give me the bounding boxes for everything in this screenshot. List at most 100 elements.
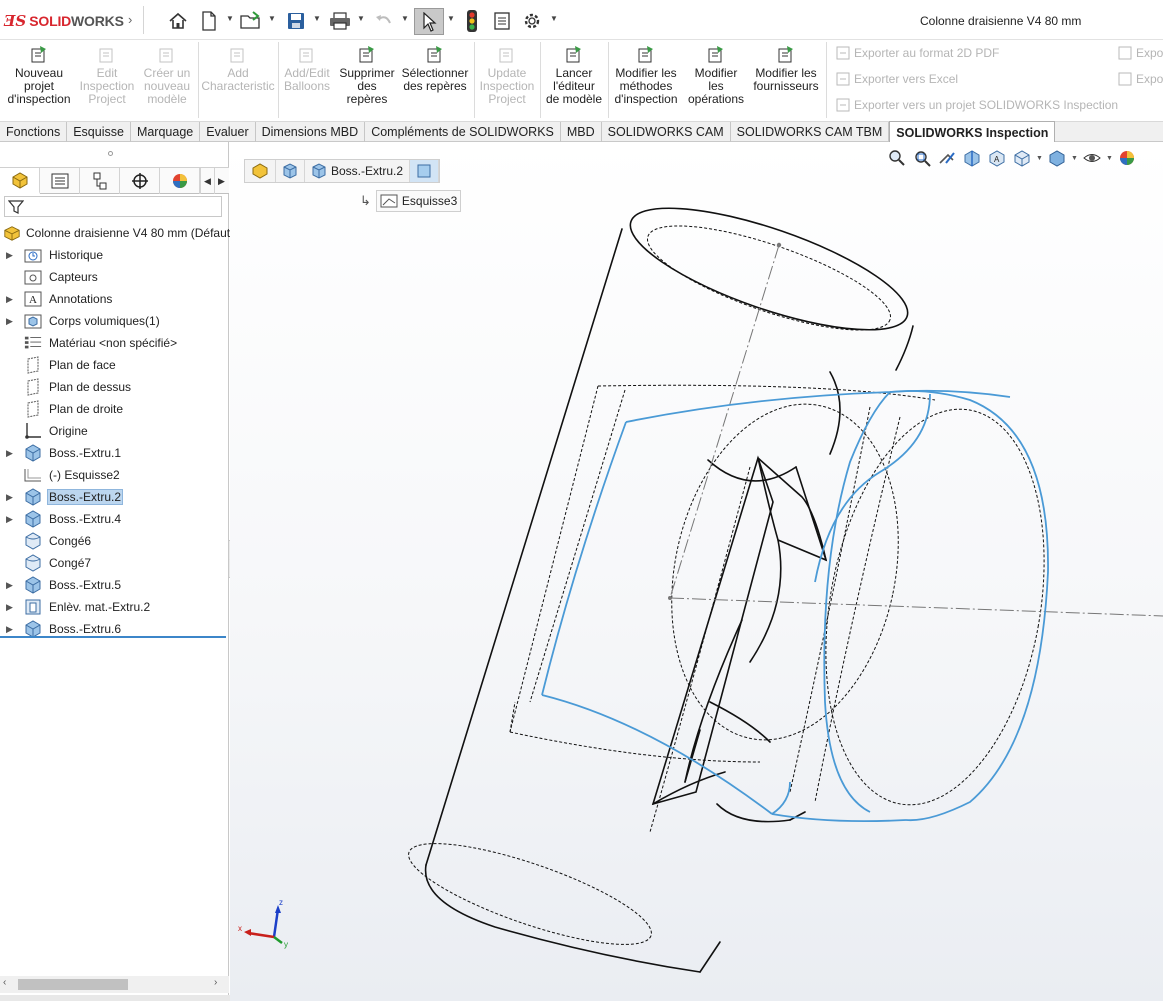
graphics-area[interactable]: Boss.-Extru.2 ↳ Esquisse3 A ▼ ▼ ▼ z x y: [230, 142, 1163, 1001]
add-edit-balloons-button[interactable]: Add/Edit Balloons: [280, 45, 334, 119]
menu-expand-icon[interactable]: ›: [128, 12, 132, 27]
file-properties-icon[interactable]: [490, 9, 514, 33]
tree-item-enl-v-mat-extru-2[interactable]: ▶ Enlèv. mat.-Extru.2: [0, 596, 229, 618]
new-dropdown-icon[interactable]: ▼: [226, 14, 234, 23]
dynamic-annotation-icon[interactable]: A: [986, 147, 1008, 169]
breadcrumb-body-icon[interactable]: [276, 160, 305, 182]
options-gear-icon[interactable]: [520, 9, 544, 33]
display-manager-tab-icon[interactable]: [160, 168, 200, 194]
tree-item-boss-extru-5[interactable]: ▶ Boss.-Extru.5: [0, 574, 229, 596]
print-dropdown-icon[interactable]: ▼: [357, 14, 365, 23]
tree-item-historique[interactable]: ▶ Historique: [0, 244, 229, 266]
modifier-operations-button[interactable]: Modifier les opérations: [686, 45, 746, 119]
select-dropdown-icon[interactable]: ▼: [447, 14, 455, 23]
display-style-dropdown-icon[interactable]: ▼: [1071, 155, 1078, 162]
traffic-light-icon[interactable]: [460, 9, 484, 33]
nouveau-projet-button[interactable]: Nouveau projet d'inspection: [4, 45, 74, 119]
tree-item-boss-extru-4[interactable]: ▶ Boss.-Extru.4: [0, 508, 229, 530]
feature-tree-tab-icon[interactable]: [0, 168, 40, 194]
edit-appearance-icon[interactable]: [1116, 147, 1138, 169]
supprimer-reperes-button[interactable]: Supprimer des repères: [336, 45, 398, 119]
configuration-manager-tab-icon[interactable]: [80, 168, 120, 194]
expand-arrow-icon[interactable]: ▶: [6, 514, 13, 525]
modifier-methodes-button[interactable]: Modifier les méthodes d'inspection: [610, 45, 682, 119]
tab-scroll-left-icon[interactable]: ◀: [200, 168, 214, 194]
tree-item-plan-de-face[interactable]: Plan de face: [0, 354, 229, 376]
panel-grip-icon[interactable]: [108, 151, 113, 156]
breadcrumb-sketch[interactable]: Esquisse3: [375, 190, 462, 212]
save-dropdown-icon[interactable]: ▼: [313, 14, 321, 23]
tree-horizontal-scrollbar[interactable]: ‹ ›: [0, 976, 229, 993]
tab-evaluer[interactable]: Evaluer: [200, 122, 256, 142]
expand-arrow-icon[interactable]: ▶: [6, 602, 13, 613]
select-pointer-icon[interactable]: [414, 8, 444, 35]
export-more-button[interactable]: Expo: [1118, 45, 1163, 61]
add-characteristic-button[interactable]: Add Characteristic: [200, 45, 276, 119]
expand-arrow-icon[interactable]: ▶: [6, 580, 13, 591]
tree-item-boss-extru-2[interactable]: ▶ Boss.-Extru.2: [0, 486, 229, 508]
property-manager-tab-icon[interactable]: [40, 168, 80, 194]
view-orientation-icon[interactable]: [1011, 147, 1033, 169]
tree-item-cong-6[interactable]: Congé6: [0, 530, 229, 552]
tab-fonctions[interactable]: Fonctions: [0, 122, 68, 142]
expand-arrow-icon[interactable]: ▶: [6, 492, 13, 503]
scroll-left-icon[interactable]: ‹: [3, 977, 6, 988]
tree-item-plan-de-dessus[interactable]: Plan de dessus: [0, 376, 229, 398]
tab-solidworks-inspection[interactable]: SOLIDWORKS Inspection: [889, 121, 1056, 143]
export-excel-button[interactable]: Exporter vers Excel: [836, 71, 958, 87]
new-document-icon[interactable]: [197, 9, 221, 33]
expand-arrow-icon[interactable]: ▶: [6, 448, 13, 459]
home-icon[interactable]: [166, 9, 190, 33]
tree-item-boss-extru-1[interactable]: ▶ Boss.-Extru.1: [0, 442, 229, 464]
tree-item-mat-riau-non-sp-cifi[interactable]: Matériau <non spécifié>: [0, 332, 229, 354]
expand-arrow-icon[interactable]: ▶: [6, 624, 13, 635]
tree-item-capteurs[interactable]: Capteurs: [0, 266, 229, 288]
tab-solidworks-cam[interactable]: SOLIDWORKS CAM: [602, 122, 731, 142]
tab-esquisse[interactable]: Esquisse: [67, 122, 131, 142]
tree-item-plan-de-droite[interactable]: Plan de droite: [0, 398, 229, 420]
open-icon[interactable]: [239, 9, 263, 33]
breadcrumb-face-icon[interactable]: [410, 160, 440, 182]
export-pdf-button[interactable]: Exporter au format 2D PDF: [836, 45, 999, 61]
creer-modele-button[interactable]: Créer un nouveau modèle: [138, 45, 196, 119]
solidworks-logo[interactable]: ƎS SOLIDWORKS: [4, 11, 124, 31]
tab-dimensions-mbd[interactable]: Dimensions MBD: [256, 122, 366, 142]
breadcrumb-feature[interactable]: Boss.-Extru.2: [305, 160, 411, 182]
hide-show-dropdown-icon[interactable]: ▼: [1106, 155, 1113, 162]
expand-arrow-icon[interactable]: ▶: [6, 316, 13, 327]
save-icon[interactable]: [284, 9, 308, 33]
tree-item-corps-volumiques-1[interactable]: ▶ Corps volumiques(1): [0, 310, 229, 332]
open-dropdown-icon[interactable]: ▼: [268, 14, 276, 23]
tree-item-origine[interactable]: Origine: [0, 420, 229, 442]
tree-item-annotations[interactable]: ▶ A Annotations: [0, 288, 229, 310]
scrollbar-thumb[interactable]: [18, 979, 128, 990]
dimxpert-tab-icon[interactable]: [120, 168, 160, 194]
hide-show-items-icon[interactable]: [1081, 147, 1103, 169]
previous-view-icon[interactable]: [936, 147, 958, 169]
tab-solidworks-cam-tbm[interactable]: SOLIDWORKS CAM TBM: [731, 122, 890, 142]
update-inspection-button[interactable]: Update Inspection Project: [476, 45, 538, 119]
display-style-icon[interactable]: [1046, 147, 1068, 169]
selectionner-reperes-button[interactable]: Sélectionner des repères: [400, 45, 470, 119]
tab-marquage[interactable]: Marquage: [131, 122, 201, 142]
lancer-editeur-button[interactable]: Lancer l'éditeur de modèle: [542, 45, 606, 119]
undo-icon[interactable]: [372, 9, 396, 33]
breadcrumb-part-icon[interactable]: [245, 160, 276, 182]
export-project-button[interactable]: Exporter vers un projet SOLIDWORKS Inspe…: [836, 97, 1118, 113]
tree-item-esquisse2[interactable]: (-) Esquisse2: [0, 464, 229, 486]
tree-item-cong-7[interactable]: Congé7: [0, 552, 229, 574]
section-view-icon[interactable]: [961, 147, 983, 169]
undo-dropdown-icon[interactable]: ▼: [401, 14, 409, 23]
scroll-right-icon[interactable]: ›: [214, 977, 217, 988]
expand-arrow-icon[interactable]: ▶: [6, 294, 13, 305]
print-icon[interactable]: [328, 9, 352, 33]
rollback-bar[interactable]: [0, 636, 226, 638]
tab-mbd[interactable]: MBD: [561, 122, 602, 142]
edit-inspection-button[interactable]: Edit Inspection Project: [78, 45, 136, 119]
tree-filter-field[interactable]: [4, 196, 222, 217]
zoom-to-fit-icon[interactable]: [886, 147, 908, 169]
zoom-to-area-icon[interactable]: [911, 147, 933, 169]
modifier-fournisseurs-button[interactable]: Modifier les fournisseurs: [748, 45, 824, 119]
options-dropdown-icon[interactable]: ▼: [550, 14, 558, 23]
tab-compl-ments-de-solidworks[interactable]: Compléments de SOLIDWORKS: [365, 122, 561, 142]
